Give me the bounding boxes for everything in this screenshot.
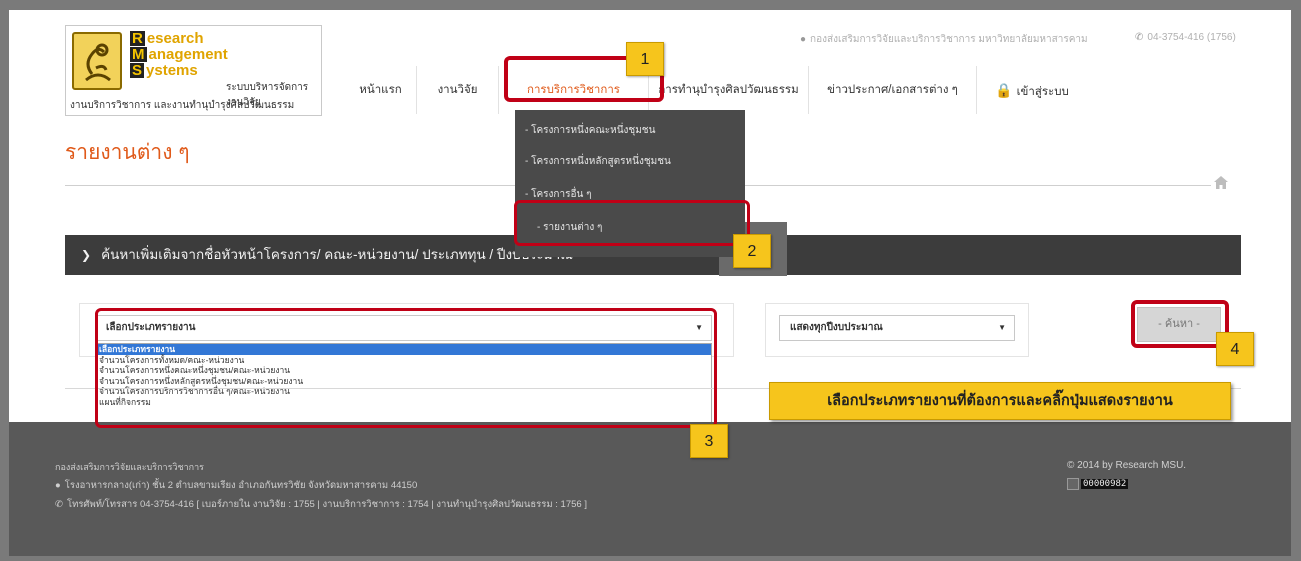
map-pin-icon: ● xyxy=(55,480,61,491)
footer-phone: ✆ โทรศัพท์/โทรสาร 04-3754-416 [ เบอร์ภายใ… xyxy=(55,499,587,510)
page-title: รายงานต่าง ๆ xyxy=(65,141,190,164)
logo-footer-text: งานบริการวิชาการ และงานทำนุบำรุงศิลปวัฒน… xyxy=(70,100,295,111)
select-arrow-icon: ▼ xyxy=(998,323,1006,332)
advanced-search-label: ค้นหาเพิ่มเติมจากชื่อหัวหน้าโครงการ/ คณะ… xyxy=(101,247,573,262)
nav-item-culture[interactable]: การทำนุบำรุงศิลปวัฒนธรรม xyxy=(649,66,809,114)
page-footer: กองส่งเสริมการวิจัยและบริการวิชาการ ● โรง… xyxy=(9,422,1291,556)
visitor-counter: 00000982 xyxy=(1067,475,1129,490)
step-badge-2: 2 xyxy=(733,234,771,268)
highlight-search-button xyxy=(1131,300,1229,348)
step-badge-3: 3 xyxy=(690,424,728,458)
instruction-callout: เลือกประเภทรายงานที่ต้องการและคลิ๊กปุ่มแ… xyxy=(769,382,1231,420)
fiscal-year-select[interactable]: แสดงทุกปีงบประมาณ ▼ xyxy=(779,315,1015,341)
dropdown-item-faculty-community[interactable]: - โครงการหนึ่งคณะหนึ่งชุมชน xyxy=(525,123,655,138)
highlight-dropdown-reports xyxy=(514,200,750,246)
chevron-down-icon: ❯ xyxy=(81,248,92,262)
nav-item-login[interactable]: 🔒 เข้าสู่ระบบ xyxy=(977,66,1087,114)
nav-item-news[interactable]: ข่าวประกาศ/เอกสารต่าง ๆ xyxy=(809,66,977,114)
step-badge-4: 4 xyxy=(1216,332,1254,366)
home-icon[interactable] xyxy=(1214,176,1228,194)
logo-emblem-icon xyxy=(72,32,122,90)
phone-icon: ✆ xyxy=(55,499,63,510)
phone-icon: ✆ xyxy=(1135,32,1144,43)
map-pin-icon: ● xyxy=(800,34,807,45)
highlight-report-select xyxy=(95,308,717,428)
logo-line-1: Research xyxy=(130,30,204,47)
nav-login-label: เข้าสู่ระบบ xyxy=(1016,86,1069,98)
logo-line-2: Management xyxy=(130,46,228,63)
site-logo[interactable]: Research Management Systems ระบบบริหารจั… xyxy=(65,25,322,116)
nav-item-research[interactable]: งานวิจัย xyxy=(417,66,499,114)
counter-icon xyxy=(1067,477,1079,490)
footer-copyright: © 2014 by Research MSU. xyxy=(1067,460,1187,471)
top-phone-info: ✆ 04-3754-416 (1756) xyxy=(1135,32,1236,43)
lock-icon: 🔒 xyxy=(995,82,1013,98)
footer-address: ● โรงอาหารกลาง(เก่า) ชั้น 2 ตำบลขามเรียง … xyxy=(55,480,418,491)
top-org-info: ● กองส่งเสริมการวิจัยและบริการวิชาการ มหา… xyxy=(800,34,1088,45)
page-frame: Research Management Systems ระบบบริหารจั… xyxy=(9,10,1291,556)
dropdown-item-curriculum-community[interactable]: - โครงการหนึ่งหลักสูตรหนึ่งชุมชน xyxy=(525,154,671,169)
step-badge-1: 1 xyxy=(626,42,664,76)
nav-item-home[interactable]: หน้าแรก xyxy=(345,66,417,114)
logo-line-3: Systems xyxy=(130,62,198,79)
main-nav: หน้าแรก งานวิจัย การบริการวิชาการ การทำน… xyxy=(345,66,1087,114)
counter-value: 00000982 xyxy=(1081,478,1129,489)
footer-org: กองส่งเสริมการวิจัยและบริการวิชาการ xyxy=(55,462,204,472)
